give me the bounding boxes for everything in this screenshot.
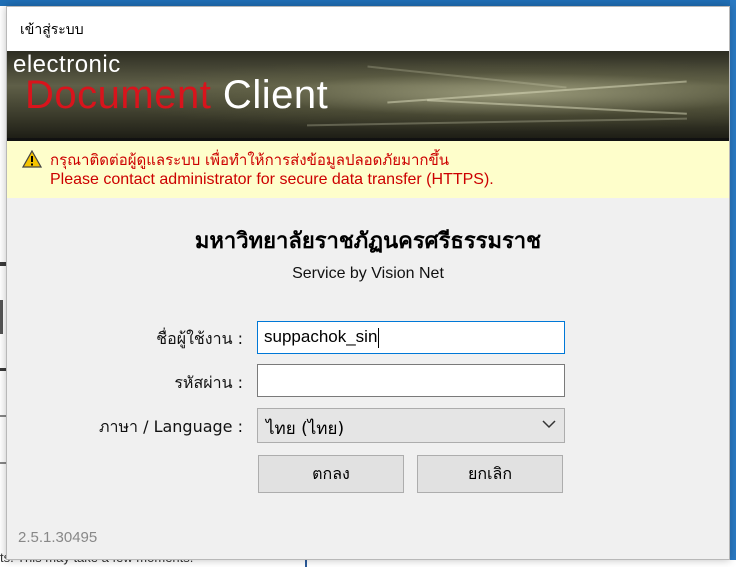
service-provider: Service by Vision Net <box>292 265 444 282</box>
dialog-titlebar[interactable]: เข้าสู่ระบบ <box>7 7 729 51</box>
ok-button[interactable]: ตกลง <box>258 455 404 493</box>
password-field[interactable] <box>257 364 565 397</box>
password-label: รหัสผ่าน : <box>174 373 243 392</box>
security-warning: กรุณาติดต่อผู้ดูแลระบบ เพื่อทำให้การส่งข… <box>7 141 729 198</box>
chevron-down-icon <box>542 420 556 429</box>
background-window-edge <box>730 0 736 567</box>
app-banner: electronic Document Client <box>7 51 729 138</box>
background-window-fragment <box>0 300 3 334</box>
warning-text-english: Please contact administrator for secure … <box>50 171 494 188</box>
username-label: ชื่อผู้ใช้งาน : <box>156 329 243 348</box>
banner-text-document: Document <box>25 73 212 117</box>
language-select[interactable]: ไทย (ไทย) <box>257 408 565 443</box>
login-dialog: เข้าสู่ระบบ electronic Document Client ก… <box>6 6 730 560</box>
text-caret <box>378 327 380 348</box>
language-label: ภาษา / Language : <box>98 417 243 436</box>
banner-text-client: Client <box>211 73 329 117</box>
dialog-title: เข้าสู่ระบบ <box>20 22 84 38</box>
username-value: suppachok_sin <box>264 327 378 346</box>
language-selected-value: ไทย (ไทย) <box>266 419 345 439</box>
organization-name: มหาวิทยาลัยราชภัฏนครศรีธรรมราช <box>194 229 542 254</box>
warning-icon <box>22 150 42 168</box>
banner-text-document-client: Document Client <box>25 73 328 118</box>
version-number: 2.5.1.30495 <box>18 529 98 546</box>
username-field[interactable]: suppachok_sin <box>257 321 565 354</box>
warning-text-thai: กรุณาติดต่อผู้ดูแลระบบ เพื่อทำให้การส่งข… <box>50 151 449 169</box>
cancel-button[interactable]: ยกเลิก <box>417 455 563 493</box>
